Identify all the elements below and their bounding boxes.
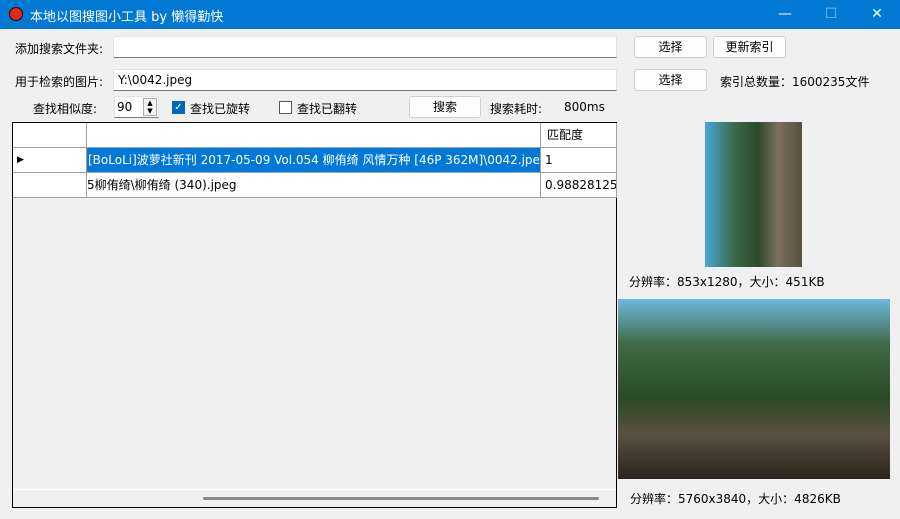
time-label: 搜索耗时: <box>490 102 543 116</box>
source-image-preview <box>705 122 802 267</box>
window-title: 本地以图搜图小工具 by 懒得勤快 <box>30 10 224 25</box>
close-button[interactable]: ✕ <box>854 0 900 29</box>
results-grid[interactable]: 匹配度 ▶ [BoLoLi]波萝社新刊 2017-05-09 Vol.054 柳… <box>12 122 617 508</box>
minimize-button[interactable]: — <box>762 0 808 29</box>
time-value: 800ms <box>564 100 605 114</box>
similarity-label: 查找相似度: <box>33 102 98 116</box>
flipped-label: 查找已翻转 <box>297 102 358 116</box>
row-header-corner <box>13 123 87 148</box>
search-button[interactable]: 搜索 <box>409 96 481 118</box>
similarity-stepper[interactable]: 90 ▲ ▼ <box>114 96 159 118</box>
column-header-path[interactable] <box>87 123 541 148</box>
table-row-path[interactable]: [BoLoLi]波萝社新刊 2017-05-09 Vol.054 柳侑绮 风情万… <box>87 148 541 173</box>
folder-input[interactable] <box>113 36 617 58</box>
row-header[interactable] <box>13 173 87 198</box>
folder-select-button[interactable]: 选择 <box>634 36 707 58</box>
horizontal-scrollbar[interactable] <box>203 497 599 500</box>
image-select-button[interactable]: 选择 <box>634 69 707 91</box>
table-row-path[interactable]: 5柳侑绮\柳侑绮 (340).jpeg <box>87 173 541 198</box>
match-image-preview <box>618 299 890 479</box>
scrollbar-track <box>13 489 616 490</box>
index-count: 索引总数量：1600235文件 <box>720 75 870 89</box>
column-header-score[interactable]: 匹配度 <box>541 123 617 148</box>
maximize-button[interactable]: ☐ <box>808 0 854 29</box>
stepper-arrows-icon[interactable]: ▲ ▼ <box>143 98 157 116</box>
folder-label: 添加搜索文件夹: <box>15 42 104 56</box>
source-image-info: 分辨率：853x1280，大小：451KB <box>629 275 825 289</box>
row-header-current-icon[interactable]: ▶ <box>13 148 87 173</box>
rotated-label: 查找已旋转 <box>190 102 251 116</box>
table-row-score[interactable]: 1 <box>541 148 617 173</box>
similarity-value: 90 <box>117 100 133 114</box>
match-image-info: 分辨率：5760x3840，大小：4826KB <box>630 492 841 506</box>
image-path-input[interactable]: Y:\0042.jpeg <box>113 69 617 91</box>
table-row-score[interactable]: 0.98828125 <box>541 173 617 198</box>
image-label: 用于检索的图片: <box>15 75 104 89</box>
flipped-checkbox[interactable] <box>279 101 292 114</box>
rotated-checkbox[interactable]: ✓ <box>172 101 185 114</box>
title-bar: 本地以图搜图小工具 by 懒得勤快 — ☐ ✕ <box>0 0 900 29</box>
update-index-button[interactable]: 更新索引 <box>713 36 786 58</box>
app-icon <box>9 7 23 21</box>
